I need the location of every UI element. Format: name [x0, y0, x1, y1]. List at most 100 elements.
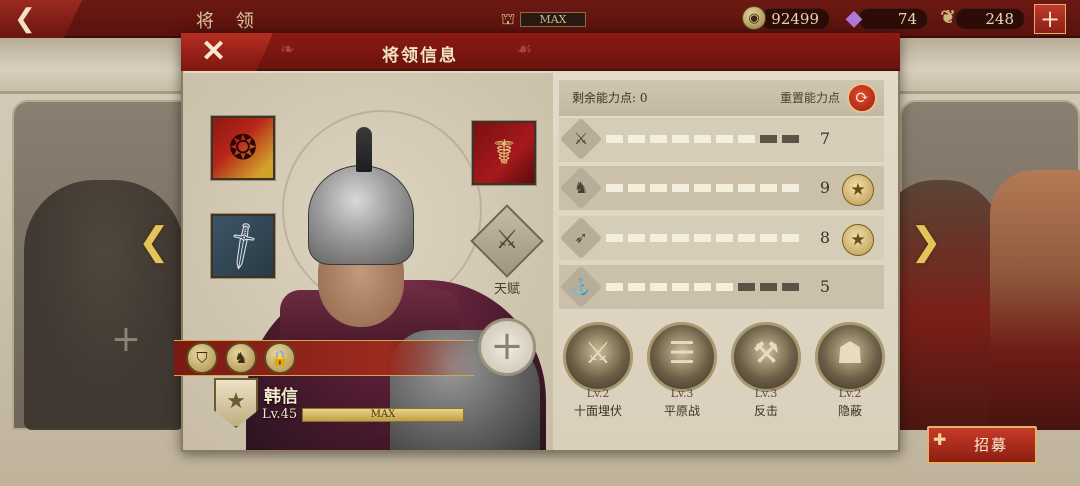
- talent-icon: ⚔: [495, 225, 519, 255]
- skill-plains-battle[interactable]: ☰: [647, 322, 717, 392]
- skill-name: 反击: [753, 404, 778, 418]
- equipment-slot-treasure[interactable]: ☤: [472, 121, 536, 185]
- star-medal-icon: ★: [842, 174, 874, 206]
- stat-bar: [606, 184, 806, 192]
- hero-badge-strip: [174, 340, 474, 376]
- stat-segment-filled: [760, 184, 777, 192]
- stat-segment-filled: [716, 135, 733, 143]
- star-medal-icon: ★: [842, 224, 874, 256]
- horse-icon: ♞: [573, 178, 589, 197]
- skill-conceal[interactable]: ☗: [815, 322, 885, 392]
- skill-level: Lv.2: [838, 387, 862, 400]
- skill-name: 十面埋伏: [573, 404, 622, 418]
- coin-icon: ◉: [742, 6, 766, 30]
- sword-icon: ⚔: [573, 129, 589, 148]
- close-icon: ✕: [201, 34, 227, 69]
- war-banner-icon: ❂: [228, 128, 258, 168]
- recruit-plus-icon: ✚: [933, 430, 947, 449]
- add-hero-icon[interactable]: +: [108, 322, 144, 358]
- hero-level: Lv.45: [262, 407, 298, 422]
- equipment-slot-weapon[interactable]: 🗡: [211, 214, 275, 278]
- stat-bar: [606, 283, 806, 291]
- reset-points-label: 重置能力点: [780, 91, 841, 105]
- stat-segment-empty: [782, 135, 799, 143]
- skill-counterattack[interactable]: ⚒: [731, 322, 801, 392]
- stat-segment-filled: [694, 234, 711, 242]
- empty-hero-silhouette: [24, 180, 184, 430]
- stat-value: 8: [819, 228, 831, 247]
- lock-icon[interactable]: 🔒: [264, 342, 296, 374]
- plus-icon: +: [1039, 5, 1061, 33]
- skill-name: 隐蔽: [837, 404, 862, 418]
- conceal-icon: ☗: [836, 336, 864, 371]
- laurel-left-icon: ❧: [280, 39, 296, 60]
- ambush-icon: ⚔: [584, 336, 612, 371]
- food-counter: 248: [955, 8, 1025, 30]
- stat-value: 9: [819, 178, 831, 197]
- bow-icon: ➶: [574, 228, 588, 247]
- refresh-icon: ⟳: [854, 88, 870, 108]
- stat-segment-filled: [628, 135, 645, 143]
- shield-badge-icon[interactable]: ⛉: [186, 342, 218, 374]
- skill-level: Lv.2: [586, 387, 610, 400]
- stat-segment-filled: [628, 184, 645, 192]
- anchor-icon: ⚓: [571, 277, 591, 296]
- panel-title: 将领信息: [382, 46, 458, 66]
- add-resource-button[interactable]: +: [1034, 4, 1066, 34]
- hero-portrait: [308, 165, 414, 265]
- stat-segment-filled: [628, 283, 645, 291]
- hero-portrait: [356, 127, 372, 172]
- skill-level: Lv.3: [670, 387, 694, 400]
- stat-segment-filled: [694, 283, 711, 291]
- stat-segment-filled: [716, 234, 733, 242]
- skill-level: Lv.3: [754, 387, 778, 400]
- stat-segment-filled: [672, 184, 689, 192]
- stat-segment-filled: [716, 283, 733, 291]
- talent-label: 天赋: [493, 282, 520, 297]
- stat-segment-filled: [606, 135, 623, 143]
- stat-segment-filled: [782, 184, 799, 192]
- equipment-slot-banner[interactable]: ❂: [211, 116, 275, 180]
- next-hero-arrow-icon[interactable]: ❯: [910, 219, 942, 263]
- skill-ambush[interactable]: ⚔: [563, 322, 633, 392]
- plus-icon: +: [490, 323, 524, 369]
- horse-badge-icon[interactable]: ♞: [225, 342, 257, 374]
- stat-segment-filled: [606, 184, 623, 192]
- food-icon: ❦: [940, 7, 956, 28]
- caduceus-icon: ☤: [492, 133, 516, 173]
- experience-bar: MAX: [302, 408, 464, 422]
- stat-segment-filled: [650, 184, 667, 192]
- stat-value: 5: [819, 277, 831, 296]
- remaining-points-label: 剩余能力点: 0: [572, 91, 648, 105]
- stat-segment-filled: [782, 234, 799, 242]
- stat-value: 7: [819, 129, 831, 148]
- previous-hero-arrow-icon[interactable]: ❮: [138, 219, 170, 263]
- stat-segment-filled: [694, 184, 711, 192]
- stat-bar: [606, 135, 806, 143]
- screen-title: 将 领: [196, 11, 262, 32]
- add-talent-button[interactable]: +: [478, 318, 536, 376]
- dagger-icon: 🗡: [213, 217, 273, 275]
- reset-points-button[interactable]: ⟳: [847, 83, 877, 113]
- coin-counter: 92499: [760, 8, 830, 30]
- stat-bar: [606, 234, 806, 242]
- stat-segment-filled: [650, 135, 667, 143]
- stat-segment-filled: [738, 135, 755, 143]
- stat-segment-filled: [694, 135, 711, 143]
- stat-segment-empty: [760, 283, 777, 291]
- stat-segment-filled: [672, 283, 689, 291]
- stat-segment-empty: [738, 283, 755, 291]
- gem-icon: ◆: [845, 5, 863, 31]
- bank-icon: ⛫: [500, 9, 516, 28]
- stat-segment-filled: [650, 234, 667, 242]
- stat-segment-filled: [716, 184, 733, 192]
- gem-counter: 74: [858, 8, 928, 30]
- back-arrow-icon: ❮: [14, 4, 36, 34]
- stat-segment-filled: [606, 234, 623, 242]
- stat-segment-empty: [760, 135, 777, 143]
- stat-segment-empty: [782, 283, 799, 291]
- background-hero-figure: [990, 170, 1080, 430]
- skill-name: 平原战: [663, 404, 700, 418]
- stat-segment-filled: [650, 283, 667, 291]
- stat-segment-filled: [628, 234, 645, 242]
